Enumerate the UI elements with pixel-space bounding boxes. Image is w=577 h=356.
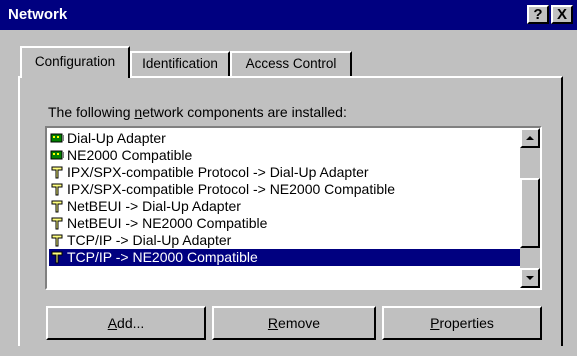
list-item[interactable]: Dial-Up Adapter (49, 130, 521, 147)
properties-button[interactable]: Properties (382, 306, 542, 340)
scroll-thumb[interactable] (520, 178, 540, 248)
arrow-up-icon (526, 136, 534, 140)
list-item[interactable]: TCP/IP -> Dial-Up Adapter (49, 232, 521, 249)
tab-access-control[interactable]: Access Control (230, 51, 352, 76)
list-item-label: NE2000 Compatible (67, 147, 193, 163)
list-item-label: IPX/SPX-compatible Protocol -> NE2000 Co… (67, 181, 395, 197)
window-title: Network (8, 6, 68, 23)
tab-configuration-label: Configuration (34, 54, 116, 69)
list-item[interactable]: NE2000 Compatible (49, 147, 521, 164)
components-listbox[interactable]: Dial-Up Adapter NE2000 Compatible IPX/SPX-… (45, 126, 542, 290)
components-list: Dial-Up Adapter NE2000 Compatible IPX/SPX-… (49, 130, 521, 266)
list-item[interactable]: TCP/IP -> NE2000 Compatible (49, 249, 521, 266)
arrow-down-icon (526, 276, 534, 280)
list-item[interactable]: IPX/SPX-compatible Protocol -> NE2000 Co… (49, 181, 521, 198)
close-button[interactable]: X (551, 5, 573, 24)
tab-configuration[interactable]: Configuration (20, 46, 130, 78)
list-item-label: IPX/SPX-compatible Protocol -> Dial-Up A… (67, 164, 369, 180)
tab-identification[interactable]: Identification (130, 51, 230, 76)
list-item-label: TCP/IP -> Dial-Up Adapter (67, 232, 232, 248)
add-button[interactable]: Add... (46, 306, 206, 340)
tab-access-control-label: Access Control (245, 56, 337, 71)
close-icon: X (556, 6, 567, 23)
list-item[interactable]: NetBEUI -> NE2000 Compatible (49, 215, 521, 232)
help-icon: ? (533, 6, 543, 23)
vertical-scrollbar[interactable] (520, 128, 540, 288)
list-item[interactable]: IPX/SPX-compatible Protocol -> Dial-Up A… (49, 164, 521, 181)
components-label: The following network components are ins… (48, 104, 347, 120)
title-bar: Network ? X (0, 0, 577, 30)
list-item-label: Dial-Up Adapter (67, 130, 166, 146)
remove-button[interactable]: Remove (212, 306, 376, 340)
scroll-down-button[interactable] (520, 268, 540, 288)
list-item-label: NetBEUI -> Dial-Up Adapter (67, 198, 241, 214)
help-button[interactable]: ? (527, 5, 549, 24)
list-item[interactable]: NetBEUI -> Dial-Up Adapter (49, 198, 521, 215)
tab-identification-label: Identification (142, 56, 218, 71)
list-item-label: NetBEUI -> NE2000 Compatible (67, 215, 268, 231)
scroll-up-button[interactable] (520, 128, 540, 148)
list-item-label: TCP/IP -> NE2000 Compatible (67, 249, 258, 265)
